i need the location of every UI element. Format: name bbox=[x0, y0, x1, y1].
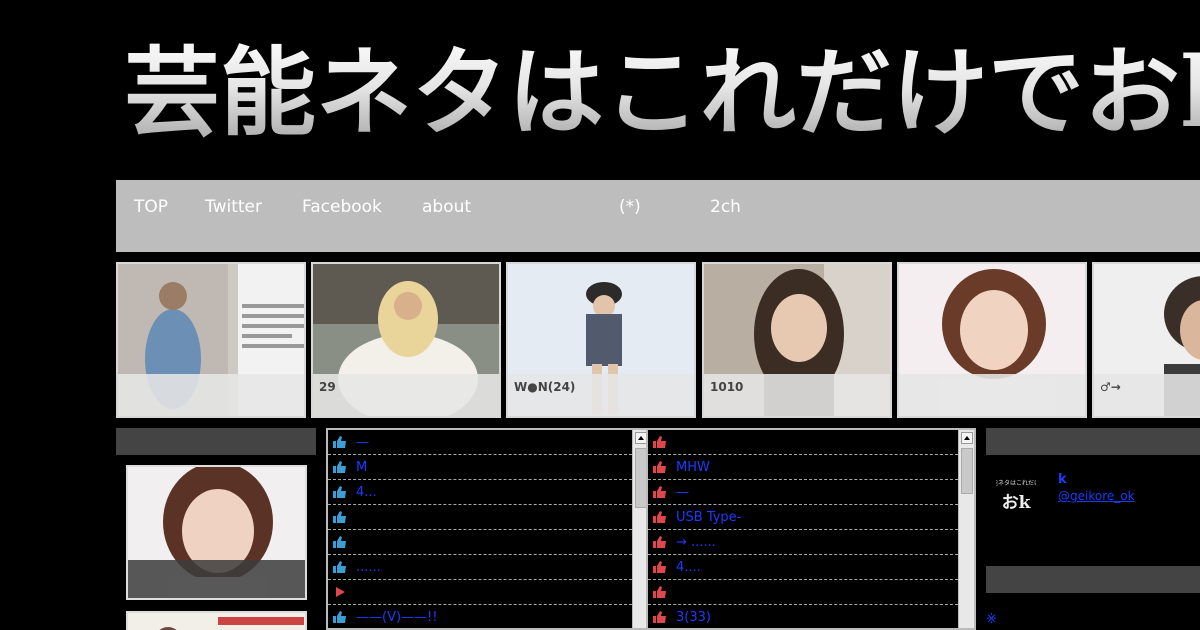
right-section-header bbox=[986, 428, 1200, 455]
feed-item[interactable] bbox=[648, 580, 958, 605]
feed-item[interactable]: MHW bbox=[648, 455, 958, 480]
thumb-caption bbox=[118, 374, 304, 416]
feed-item[interactable]: 4... bbox=[328, 480, 632, 505]
feed-item-title: USB Type- bbox=[676, 509, 742, 525]
nav-item-2ch[interactable]: 2ch bbox=[710, 197, 741, 217]
thumb-item[interactable]: 1010 bbox=[702, 262, 892, 418]
thumbs-up-icon bbox=[653, 611, 666, 623]
thumbs-up-icon bbox=[653, 436, 666, 448]
feed-item[interactable]: 4.... bbox=[648, 555, 958, 580]
thumbs-up-icon bbox=[333, 486, 346, 498]
feed-item[interactable] bbox=[328, 505, 632, 530]
profile-name: k bbox=[1058, 472, 1067, 487]
thumb-item[interactable] bbox=[897, 262, 1087, 418]
thumb-item[interactable]: W●N(24) bbox=[506, 262, 696, 418]
logo-small-text: 芸能ネタはこれだけで bbox=[996, 479, 1036, 487]
thumbs-up-icon bbox=[333, 436, 346, 448]
feed-item-title: 3(33) bbox=[676, 609, 711, 625]
scroll-thumb[interactable] bbox=[961, 448, 973, 494]
thumbs-up-icon bbox=[333, 536, 346, 548]
main-nav: TOP Twitter Facebook about (*) 2ch bbox=[116, 180, 1200, 252]
feed-item-title: 4.... bbox=[676, 559, 701, 575]
feed-item-title: MHW bbox=[676, 459, 710, 475]
feed-scrollbar[interactable] bbox=[958, 430, 974, 628]
right-section-header bbox=[986, 566, 1200, 593]
logo-big-text: おk bbox=[1002, 493, 1032, 513]
left-section-header bbox=[116, 428, 316, 455]
thumb-item[interactable] bbox=[116, 262, 306, 418]
feed-item[interactable]: → ...... bbox=[648, 530, 958, 555]
thumbs-up-icon bbox=[333, 511, 346, 523]
feed-item[interactable]: ——(V)——!! bbox=[328, 605, 632, 628]
scroll-up-icon[interactable] bbox=[961, 432, 973, 444]
thumb-caption bbox=[899, 374, 1085, 416]
thumbs-up-icon bbox=[333, 611, 346, 623]
thumbs-up-icon bbox=[333, 561, 346, 573]
thumbs-up-icon bbox=[653, 586, 666, 598]
feed-item[interactable]: USB Type- bbox=[648, 505, 958, 530]
feed-item-title: ...... bbox=[356, 559, 381, 575]
twitter-handle-link[interactable]: @geikore_ok bbox=[1058, 489, 1135, 503]
nav-item-emoticon[interactable]: (*) bbox=[619, 197, 641, 217]
thumbs-up-icon bbox=[653, 486, 666, 498]
featured-thumbnail-strip: 29 W●N(24) 1010 ♂→ bbox=[116, 262, 1200, 418]
side-article-photo bbox=[128, 613, 305, 630]
feed-item[interactable]: — bbox=[648, 480, 958, 505]
nav-item-facebook[interactable]: Facebook bbox=[302, 197, 382, 217]
feed-item-title: → ...... bbox=[676, 534, 716, 550]
site-title[interactable]: 芸能ネタはこれだけでおk bbox=[124, 28, 1200, 158]
feed-item[interactable] bbox=[328, 580, 632, 605]
feed-item-title: — bbox=[356, 434, 369, 450]
thumb-caption: 29 bbox=[313, 374, 499, 416]
thumb-caption: W●N(24) bbox=[508, 374, 694, 416]
thumbs-up-icon bbox=[653, 511, 666, 523]
thumb-caption: ♂→ bbox=[1094, 374, 1200, 416]
feed-item-title: M bbox=[356, 459, 368, 475]
news-feed-right: MHW — USB Type- → ...... 4.... 3(33) bbox=[646, 428, 976, 630]
note-mark: ※ bbox=[986, 612, 997, 627]
thumbs-up-icon bbox=[333, 461, 346, 473]
feed-item-title: ——(V)——!! bbox=[356, 609, 438, 625]
side-card-overlay bbox=[128, 560, 305, 598]
feed-item-title: — bbox=[676, 484, 689, 500]
news-feed-left: — M 4... ...... ——(V)——!! bbox=[326, 428, 650, 630]
feed-item[interactable] bbox=[328, 530, 632, 555]
feed-item[interactable] bbox=[648, 430, 958, 455]
thumb-item[interactable]: ♂→ bbox=[1092, 262, 1200, 418]
thumb-caption: 1010 bbox=[704, 374, 890, 416]
nav-item-twitter[interactable]: Twitter bbox=[205, 197, 262, 217]
feed-item[interactable]: 3(33) bbox=[648, 605, 958, 628]
site-logo[interactable]: 芸能ネタはこれだけで おk bbox=[996, 474, 1036, 514]
feed-item[interactable]: M bbox=[328, 455, 632, 480]
thumbs-up-icon bbox=[653, 461, 666, 473]
side-article-card[interactable] bbox=[126, 465, 307, 600]
nav-item-top[interactable]: TOP bbox=[134, 197, 168, 217]
feed-item[interactable]: ...... bbox=[328, 555, 632, 580]
thumbs-up-icon bbox=[653, 561, 666, 573]
play-arrow-icon bbox=[336, 587, 345, 597]
nav-item-about[interactable]: about bbox=[422, 197, 471, 217]
thumbs-up-icon bbox=[653, 536, 666, 548]
side-article-card[interactable] bbox=[126, 611, 307, 630]
thumb-item[interactable]: 29 bbox=[311, 262, 501, 418]
feed-list: — M 4... ...... ——(V)——!! bbox=[328, 430, 632, 628]
left-sidebar bbox=[116, 428, 316, 630]
feed-item-title: 4... bbox=[356, 484, 377, 500]
feed-item[interactable]: — bbox=[328, 430, 632, 455]
feed-list: MHW — USB Type- → ...... 4.... 3(33) bbox=[648, 430, 958, 628]
right-sidebar: 芸能ネタはこれだけで おk k @geikore_ok ※ bbox=[986, 428, 1200, 630]
